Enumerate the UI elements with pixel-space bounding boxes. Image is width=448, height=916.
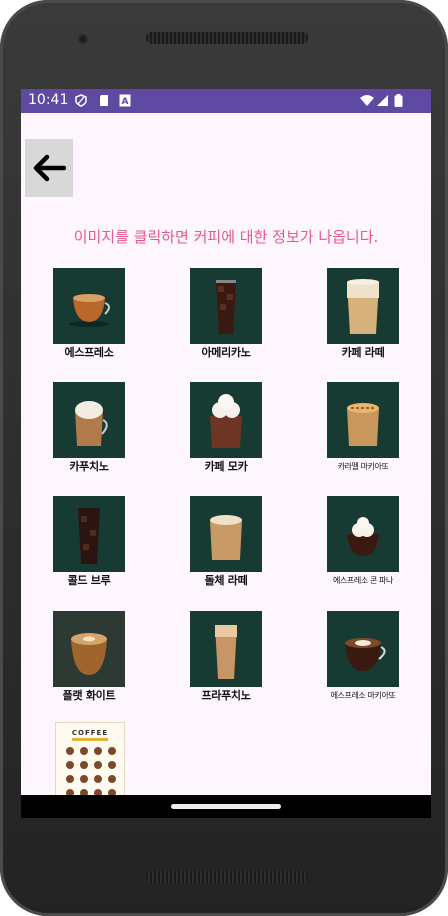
screen: 10:41 A 이미지를 클릭하면 커피에 대한 정보가 나옵니다. 에스프레소… (21, 89, 431, 818)
menu-item-label: 에스프레소 콘 파나 (333, 576, 393, 585)
wifi-icon (360, 95, 374, 106)
battery-icon (394, 94, 403, 107)
cold-brew-image[interactable] (53, 496, 125, 572)
espresso-image[interactable] (53, 268, 125, 344)
menu-item-label: 돌체 라떼 (204, 574, 248, 587)
menu-item-label: 에스프레소 마키아또 (330, 691, 396, 700)
menu-item-label: 콜드 브루 (67, 574, 111, 587)
menu-item-label: 카푸치노 (69, 460, 109, 473)
a-notification-icon: A (119, 94, 131, 107)
caramel-macchiato-image[interactable] (327, 382, 399, 458)
menu-item-label: 에스프레소 (64, 346, 114, 359)
caffe-latte-image[interactable] (327, 268, 399, 344)
front-camera (78, 34, 88, 44)
menu-item-label: 카페 모카 (204, 460, 248, 473)
sd-card-icon (100, 95, 108, 106)
arrow-left-icon (33, 154, 66, 182)
status-bar: 10:41 A (21, 89, 431, 113)
americano-image[interactable] (190, 268, 262, 344)
menu-item-label: 아메리카노 (201, 346, 251, 359)
espresso-macchiato-image[interactable] (327, 611, 399, 687)
menu-item-label: 프라푸치노 (201, 689, 251, 702)
caffe-mocha-image[interactable] (190, 382, 262, 458)
back-button[interactable] (25, 139, 73, 197)
menu-item-label: 카페 라떼 (341, 346, 385, 359)
espresso-con-panna-image[interactable] (327, 496, 399, 572)
coffee-chart-thumbnail (66, 738, 116, 797)
coffee-poster-image[interactable]: COFFEE (55, 722, 125, 804)
info-message: 이미지를 클릭하면 커피에 대한 정보가 나옵니다. (73, 228, 379, 246)
phone-frame: 10:41 A 이미지를 클릭하면 커피에 대한 정보가 나옵니다. 에스프레소… (0, 0, 448, 916)
home-gesture-pill[interactable] (171, 804, 281, 809)
menu-item-label: 플랫 화이트 (62, 689, 116, 702)
svg-text:A: A (122, 97, 129, 107)
bottom-speaker (146, 871, 308, 883)
flat-white-image[interactable] (53, 611, 125, 687)
frappuccino-image[interactable] (190, 611, 262, 687)
dolce-latte-image[interactable] (190, 496, 262, 572)
top-speaker (146, 32, 308, 44)
signal-icon (377, 95, 388, 106)
cappuccino-image[interactable] (53, 382, 125, 458)
shield-icon (75, 94, 87, 107)
navigation-bar (21, 795, 431, 818)
menu-item-label: 카라멜 마키아또 (337, 462, 389, 471)
status-time: 10:41 (28, 92, 69, 108)
